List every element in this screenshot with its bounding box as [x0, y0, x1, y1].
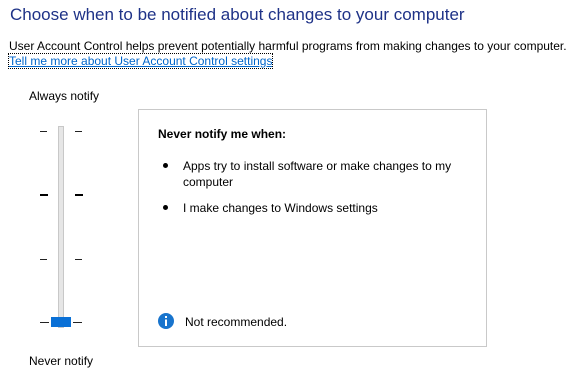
info-bullet-list: Apps try to install software or make cha…: [158, 158, 478, 226]
bullet-text: I make changes to Windows settings: [183, 201, 378, 215]
info-panel-heading: Never notify me when:: [158, 127, 287, 141]
slider-thumb[interactable]: [51, 317, 71, 327]
slider-track[interactable]: [58, 126, 64, 328]
list-item: I make changes to Windows settings: [158, 200, 478, 216]
slider-tick-left: [40, 194, 48, 196]
slider-tick-left: [40, 322, 49, 323]
description-text: User Account Control helps prevent poten…: [9, 39, 567, 53]
slider-tick-right: [75, 131, 82, 132]
bullet-text: Apps try to install software or make cha…: [183, 159, 452, 189]
page-title: Choose when to be notified about changes…: [10, 5, 465, 24]
slider-tick-right: [75, 194, 83, 196]
notification-info-panel: Never notify me when: Apps try to instal…: [138, 109, 487, 347]
notification-level-slider[interactable]: [36, 122, 88, 332]
status-text: Not recommended.: [185, 315, 288, 329]
slider-tick-left: [40, 259, 47, 260]
list-item: Apps try to install software or make cha…: [158, 158, 478, 190]
bullet-icon: [163, 163, 168, 168]
learn-more-link[interactable]: Tell me more about User Account Control …: [7, 53, 274, 69]
bullet-icon: [163, 205, 168, 210]
slider-tick-right: [73, 322, 82, 323]
slider-tick-right: [75, 259, 82, 260]
slider-top-label: Always notify: [29, 89, 100, 103]
info-icon: [158, 313, 174, 329]
slider-bottom-label: Never notify: [29, 354, 94, 368]
slider-tick-left: [40, 131, 47, 132]
